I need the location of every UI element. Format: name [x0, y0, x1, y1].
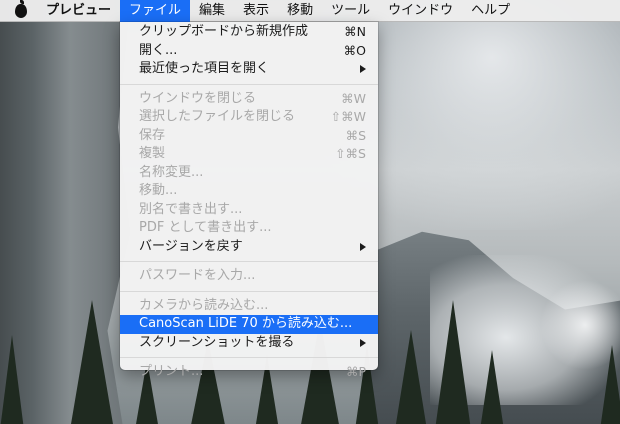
menu-tools[interactable]: ツール: [322, 0, 379, 22]
menu-help[interactable]: ヘルプ: [462, 0, 519, 22]
menu-separator: [120, 261, 378, 262]
menu-item-revert[interactable]: バージョンを戻す: [120, 238, 378, 257]
menu-item-label: 複製: [139, 146, 166, 161]
menu-item-label: クリップボードから新規作成: [139, 24, 309, 39]
file-menu-dropdown: クリップボードから新規作成 ⌘N 開く... ⌘O 最近使った項目を開く ウイン…: [120, 22, 378, 379]
menu-item-enter-password: パスワードを入力...: [120, 267, 378, 286]
menu-window[interactable]: ウインドウ: [379, 0, 462, 22]
menu-item-label: スクリーンショットを撮る: [139, 334, 295, 350]
menu-item-label: PDF として書き出す...: [139, 220, 272, 235]
tree: [0, 335, 24, 424]
submenu-arrow-icon: [360, 338, 366, 347]
menu-item-shortcut: ⌘N: [344, 24, 366, 39]
tree: [480, 350, 504, 424]
tree: [395, 330, 427, 424]
menu-item-label: バージョンを戻す: [139, 238, 243, 254]
menu-item-save-as: 別名で書き出す...: [120, 201, 378, 220]
tree: [600, 345, 620, 424]
menu-item-label: 開く...: [139, 42, 178, 58]
menu-item-shortcut: ⌘S: [345, 127, 366, 143]
menu-item-label: 保存: [139, 127, 166, 143]
menu-item-print: プリント... ⌘P: [120, 363, 378, 382]
menu-item-label: ウインドウを閉じる: [139, 90, 257, 106]
menu-item-label: 最近使った項目を開く: [139, 61, 270, 76]
menu-item-label: カメラから読み込む...: [139, 297, 269, 313]
menu-item-label: パスワードを入力...: [139, 268, 256, 283]
menu-item-open-recent[interactable]: 最近使った項目を開く: [120, 60, 378, 79]
menu-item-close-selected: 選択したファイルを閉じる ⇧⌘W: [120, 108, 378, 127]
menu-file[interactable]: ファイル: [120, 0, 191, 22]
menu-item-import-scanner[interactable]: CanoScan LiDE 70 から読み込む...: [120, 315, 378, 334]
menu-item-label: 別名で書き出す...: [139, 201, 243, 217]
menu-item-new-from-clipboard[interactable]: クリップボードから新規作成 ⌘N: [120, 23, 378, 42]
menu-edit[interactable]: 編集: [190, 0, 234, 22]
menu-separator: [120, 83, 378, 85]
menu-item-label: 選択したファイルを閉じる: [139, 109, 296, 124]
menu-item-close-window: ウインドウを閉じる ⌘W: [120, 90, 378, 109]
menu-bar: プレビュー ファイル 編集 表示 移動 ツール ウインドウ ヘルプ: [0, 0, 620, 22]
apple-icon: [15, 0, 27, 18]
menu-item-duplicate: 複製 ⇧⌘S: [120, 145, 378, 164]
menu-item-open[interactable]: 開く... ⌘O: [120, 42, 378, 61]
menu-item-label: プリント...: [139, 364, 204, 379]
menu-item-shortcut: ⌘O: [343, 42, 366, 58]
menu-item-save: 保存 ⌘S: [120, 127, 378, 146]
menu-item-shortcut: ⇧⌘W: [330, 109, 366, 124]
menu-go[interactable]: 移動: [278, 0, 322, 22]
menu-view[interactable]: 表示: [234, 0, 278, 22]
menu-item-label: 移動...: [139, 183, 178, 198]
menu-item-shortcut: ⇧⌘S: [335, 146, 366, 161]
menu-item-label: CanoScan LiDE 70 から読み込む...: [139, 316, 353, 331]
menu-separator: [120, 357, 378, 358]
app-menu-preview[interactable]: プレビュー: [42, 0, 120, 22]
menu-item-import-camera: カメラから読み込む...: [120, 297, 378, 316]
menu-item-shortcut: ⌘W: [341, 90, 366, 106]
tree: [70, 300, 114, 424]
menu-item-label: 名称変更...: [139, 164, 204, 180]
menu-item-move: 移動...: [120, 182, 378, 201]
menu-separator: [120, 290, 378, 292]
menu-item-take-screenshot[interactable]: スクリーンショットを撮る: [120, 334, 378, 353]
submenu-arrow-icon: [360, 65, 366, 73]
tree: [435, 300, 471, 424]
apple-menu[interactable]: [0, 0, 42, 22]
submenu-arrow-icon: [360, 242, 366, 251]
menu-item-rename: 名称変更...: [120, 164, 378, 183]
menu-item-export-pdf: PDF として書き出す...: [120, 219, 378, 238]
menu-item-shortcut: ⌘P: [345, 364, 366, 379]
